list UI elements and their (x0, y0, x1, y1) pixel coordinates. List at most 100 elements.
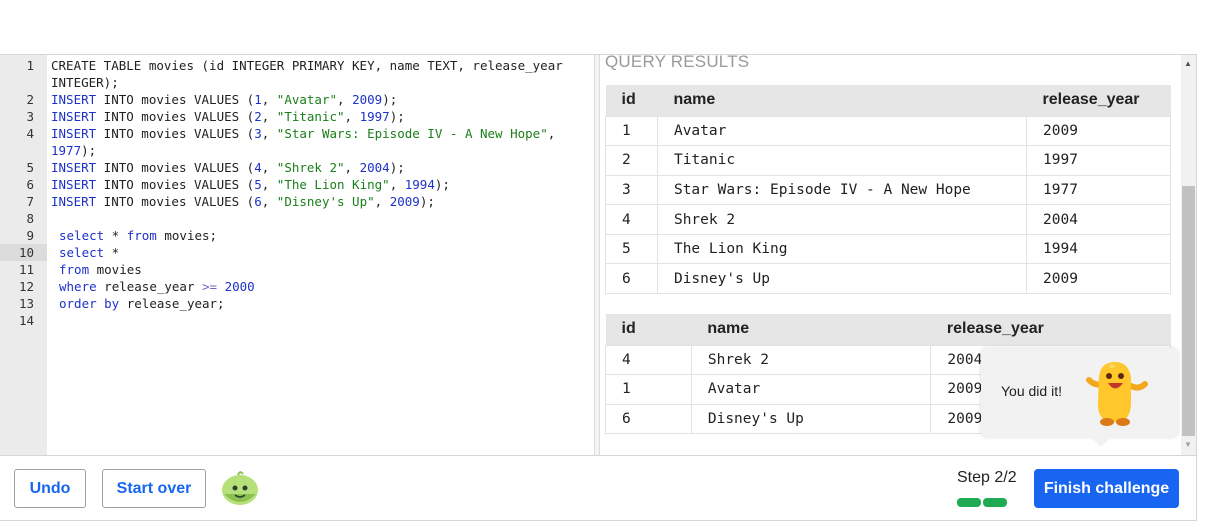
code-line[interactable]: 1977); (0, 142, 595, 159)
cell-id: 3 (605, 174, 658, 205)
code-line[interactable]: 14 (0, 312, 595, 329)
step-bar-complete (957, 498, 981, 507)
cell-release-year: 1994 (1026, 233, 1171, 264)
code-text: INSERT INTO movies VALUES (2, "Titanic",… (51, 109, 405, 124)
success-tooltip: You did it! (981, 348, 1178, 447)
cell-release-year: 1997 (1026, 145, 1171, 176)
code-line[interactable]: 1 CREATE TABLE movies (id INTEGER PRIMAR… (0, 57, 595, 74)
line-number: 14 (18, 313, 34, 328)
column-header: release_year (1026, 85, 1171, 116)
cell-id: 4 (605, 344, 692, 375)
table-row: 5 The Lion King 1994 (605, 233, 1171, 264)
code-line[interactable]: 9 select * from movies; (0, 227, 595, 244)
cell-name: Avatar (691, 374, 932, 405)
bottom-toolbar: Undo Start over Step 2/2 Finish challeng… (0, 455, 1197, 520)
line-number: 10 (0, 244, 47, 261)
line-number: 8 (26, 211, 34, 226)
line-number: 3 (26, 109, 34, 124)
cell-id: 6 (605, 263, 658, 295)
cell-release-year: 2004 (1026, 204, 1171, 235)
finish-challenge-button[interactable]: Finish challenge (1034, 469, 1179, 508)
code-text: select * (59, 245, 120, 260)
cell-name: Shrek 2 (691, 344, 932, 375)
cell-release-year: 2009 (1026, 115, 1171, 146)
column-header: id (605, 314, 692, 345)
code-text: order by release_year; (59, 296, 225, 311)
line-number: 4 (26, 126, 34, 141)
cell-name: Avatar (657, 115, 1028, 146)
code-text: INSERT INTO movies VALUES (3, "Star Wars… (51, 126, 556, 141)
line-number: 13 (18, 296, 34, 311)
cell-name: Shrek 2 (657, 204, 1028, 235)
line-number: 11 (18, 262, 34, 277)
cell-name: Star Wars: Episode IV - A New Hope (657, 174, 1028, 205)
column-header: release_year (930, 314, 1171, 345)
table-header-row: id name release_year (605, 85, 1171, 116)
code-line[interactable]: 6 INSERT INTO movies VALUES (5, "The Lio… (0, 176, 595, 193)
cell-id: 1 (605, 115, 658, 146)
table-row: 1 Avatar 2009 (605, 115, 1171, 146)
code-line[interactable]: 13 order by release_year; (0, 295, 595, 312)
table-row: 3 Star Wars: Episode IV - A New Hope 197… (605, 174, 1171, 205)
code-text: INSERT INTO movies VALUES (4, "Shrek 2",… (51, 160, 405, 175)
code-line[interactable]: 5 INSERT INTO movies VALUES (4, "Shrek 2… (0, 159, 595, 176)
code-line[interactable]: 2 INSERT INTO movies VALUES (1, "Avatar"… (0, 91, 595, 108)
start-over-button[interactable]: Start over (102, 469, 206, 508)
results-title: QUERY RESULTS (605, 55, 750, 71)
code-line[interactable]: 4 INSERT INTO movies VALUES (3, "Star Wa… (0, 125, 595, 142)
results-table-1: id name release_year 1 Avatar 2009 2 Tit… (605, 85, 1171, 295)
line-number: 5 (26, 160, 34, 175)
code-line[interactable]: INTEGER); (0, 74, 595, 91)
line-number (0, 74, 47, 91)
code-text: INSERT INTO movies VALUES (5, "The Lion … (51, 177, 450, 192)
line-number: 9 (26, 228, 34, 243)
code-text: select * from movies; (59, 228, 218, 243)
line-number (0, 142, 47, 159)
code-editor[interactable]: 1 CREATE TABLE movies (id INTEGER PRIMAR… (0, 55, 595, 455)
cell-id: 6 (605, 403, 692, 435)
code-line[interactable]: 12 where release_year >= 2000 (0, 278, 595, 295)
code-text: where release_year >= 2000 (59, 279, 255, 294)
cell-name: The Lion King (657, 233, 1028, 264)
code-text: 1977); (51, 143, 97, 158)
code-text: from movies (59, 262, 142, 277)
table-header-row: id name release_year (605, 314, 1171, 345)
celebrating-mascot-icon (1081, 356, 1151, 433)
step-progress (957, 494, 1009, 512)
table-row: 6 Disney's Up 2009 (605, 263, 1171, 295)
tooltip-message: You did it! (1001, 383, 1062, 399)
code-line[interactable]: 7 INSERT INTO movies VALUES (6, "Disney'… (0, 193, 595, 210)
scroll-up-arrow-icon[interactable]: ▲ (1184, 59, 1192, 68)
table-row: 2 Titanic 1997 (605, 145, 1171, 176)
cell-id: 2 (605, 145, 658, 176)
scroll-down-arrow-icon[interactable]: ▼ (1184, 440, 1192, 449)
cell-release-year: 1977 (1026, 174, 1171, 205)
step-bar-complete (983, 498, 1007, 507)
code-line[interactable]: 3 INSERT INTO movies VALUES (2, "Titanic… (0, 108, 595, 125)
code-line[interactable]: 11 from movies (0, 261, 595, 278)
cell-name: Titanic (657, 145, 1028, 176)
sql-challenge-app: 1 CREATE TABLE movies (id INTEGER PRIMAR… (0, 0, 1216, 527)
cell-name: Disney's Up (657, 263, 1028, 295)
cell-id: 5 (605, 233, 658, 264)
results-scrollbar[interactable]: ▲ ▼ (1181, 55, 1196, 455)
step-indicator: Step 2/2 (957, 469, 1017, 486)
code-text: CREATE TABLE movies (id INTEGER PRIMARY … (51, 58, 563, 73)
code-line[interactable]: 8 (0, 210, 595, 227)
column-header: name (691, 314, 931, 345)
code-text: INSERT INTO movies VALUES (6, "Disney's … (51, 194, 435, 209)
green-mascot-avatar-icon (220, 470, 260, 511)
code-text: INSERT INTO movies VALUES (1, "Avatar", … (51, 92, 398, 107)
cell-release-year: 2009 (1026, 263, 1171, 295)
scrollbar-thumb[interactable] (1182, 186, 1195, 436)
undo-button[interactable]: Undo (14, 469, 86, 508)
cell-id: 1 (605, 374, 692, 405)
cell-id: 4 (605, 204, 658, 235)
column-header: id (605, 85, 658, 116)
code-text: INTEGER); (51, 75, 119, 90)
line-number: 6 (26, 177, 34, 192)
column-header: name (657, 85, 1027, 116)
code-line-active[interactable]: 10 select * (0, 244, 595, 261)
line-number: 7 (26, 194, 34, 209)
line-number: 2 (26, 92, 34, 107)
